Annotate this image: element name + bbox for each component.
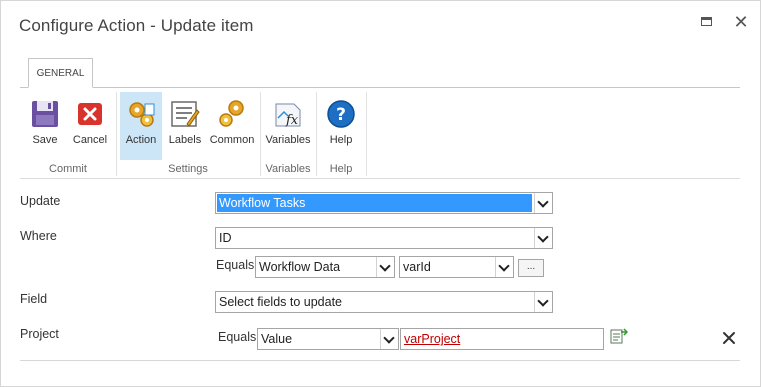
close-icon[interactable]: ✕ (732, 13, 750, 31)
chevron-down-icon[interactable] (380, 329, 398, 349)
cancel-button[interactable]: Cancel (68, 92, 112, 160)
lookup-icon[interactable] (610, 328, 628, 344)
variables-label: Variables (265, 134, 311, 146)
where-field-select[interactable]: ID (215, 227, 553, 249)
common-gears-icon (219, 100, 244, 127)
labels-icon (171, 101, 200, 127)
project-equals-label: Equals (218, 330, 257, 344)
divider (20, 360, 740, 361)
configure-action-dialog: Configure Action - Update item ✕ GENERAL… (0, 0, 761, 387)
where-field-value: ID (219, 231, 232, 245)
group-label-commit: Commit (49, 163, 87, 175)
remove-field-icon[interactable] (720, 329, 738, 347)
action-label: Action (125, 134, 157, 146)
project-variable-link[interactable]: varProject (404, 332, 460, 346)
group-label-settings: Settings (168, 163, 208, 175)
field-select-value: Select fields to update (219, 295, 342, 309)
field-select[interactable]: Select fields to update (215, 291, 553, 313)
chevron-down-icon[interactable] (376, 257, 394, 277)
project-type-select[interactable]: Value (257, 328, 399, 350)
chevron-down-icon[interactable] (534, 292, 552, 312)
save-icon (32, 101, 58, 127)
where-source-value: Workflow Data (259, 260, 341, 274)
labels-button[interactable]: Labels (164, 92, 206, 160)
where-equals-label: Equals (216, 258, 255, 272)
common-button[interactable]: Common (208, 92, 256, 160)
svg-text:fx: fx (285, 113, 299, 128)
project-label: Project (20, 327, 59, 341)
action-button[interactable]: Action (120, 92, 162, 160)
where-variable-value: varId (403, 260, 431, 274)
where-variable-select[interactable]: varId (399, 256, 514, 278)
help-button[interactable]: ? Help (320, 92, 362, 160)
tab-general[interactable]: GENERAL (28, 58, 93, 88)
where-label: Where (20, 229, 57, 243)
project-value-input[interactable]: varProject (400, 328, 604, 350)
help-label: Help (329, 134, 353, 146)
project-type-value: Value (261, 332, 293, 346)
update-list-value: Workflow Tasks (217, 194, 532, 212)
action-gears-icon (129, 102, 155, 127)
variables-fx-icon: fx (275, 103, 301, 128)
common-label: Common (209, 134, 255, 146)
chevron-down-icon[interactable] (495, 257, 513, 277)
maximize-icon[interactable] (699, 13, 717, 31)
where-source-select[interactable]: Workflow Data (255, 256, 395, 278)
ellipsis-button[interactable]: ... (518, 259, 544, 277)
update-label: Update (20, 194, 61, 208)
help-question-icon: ? (327, 100, 355, 128)
dialog-title: Configure Action - Update item (19, 16, 254, 35)
chevron-down-icon[interactable] (534, 228, 552, 248)
group-divider (366, 92, 367, 176)
variables-button[interactable]: fx Variables (263, 92, 313, 160)
svg-text:?: ? (336, 105, 346, 125)
group-label-variables: Variables (265, 163, 311, 175)
save-button[interactable]: Save (24, 92, 66, 160)
labels-label: Labels (168, 134, 202, 146)
ribbon: Save Cancel Commit Action Labels Common … (20, 87, 740, 179)
cancel-label: Cancel (72, 134, 108, 146)
field-label: Field (20, 292, 48, 306)
update-list-select[interactable]: Workflow Tasks (215, 192, 553, 214)
cancel-icon (78, 103, 102, 125)
chevron-down-icon[interactable] (534, 193, 552, 213)
group-label-help: Help (329, 163, 353, 175)
save-label: Save (32, 134, 58, 146)
